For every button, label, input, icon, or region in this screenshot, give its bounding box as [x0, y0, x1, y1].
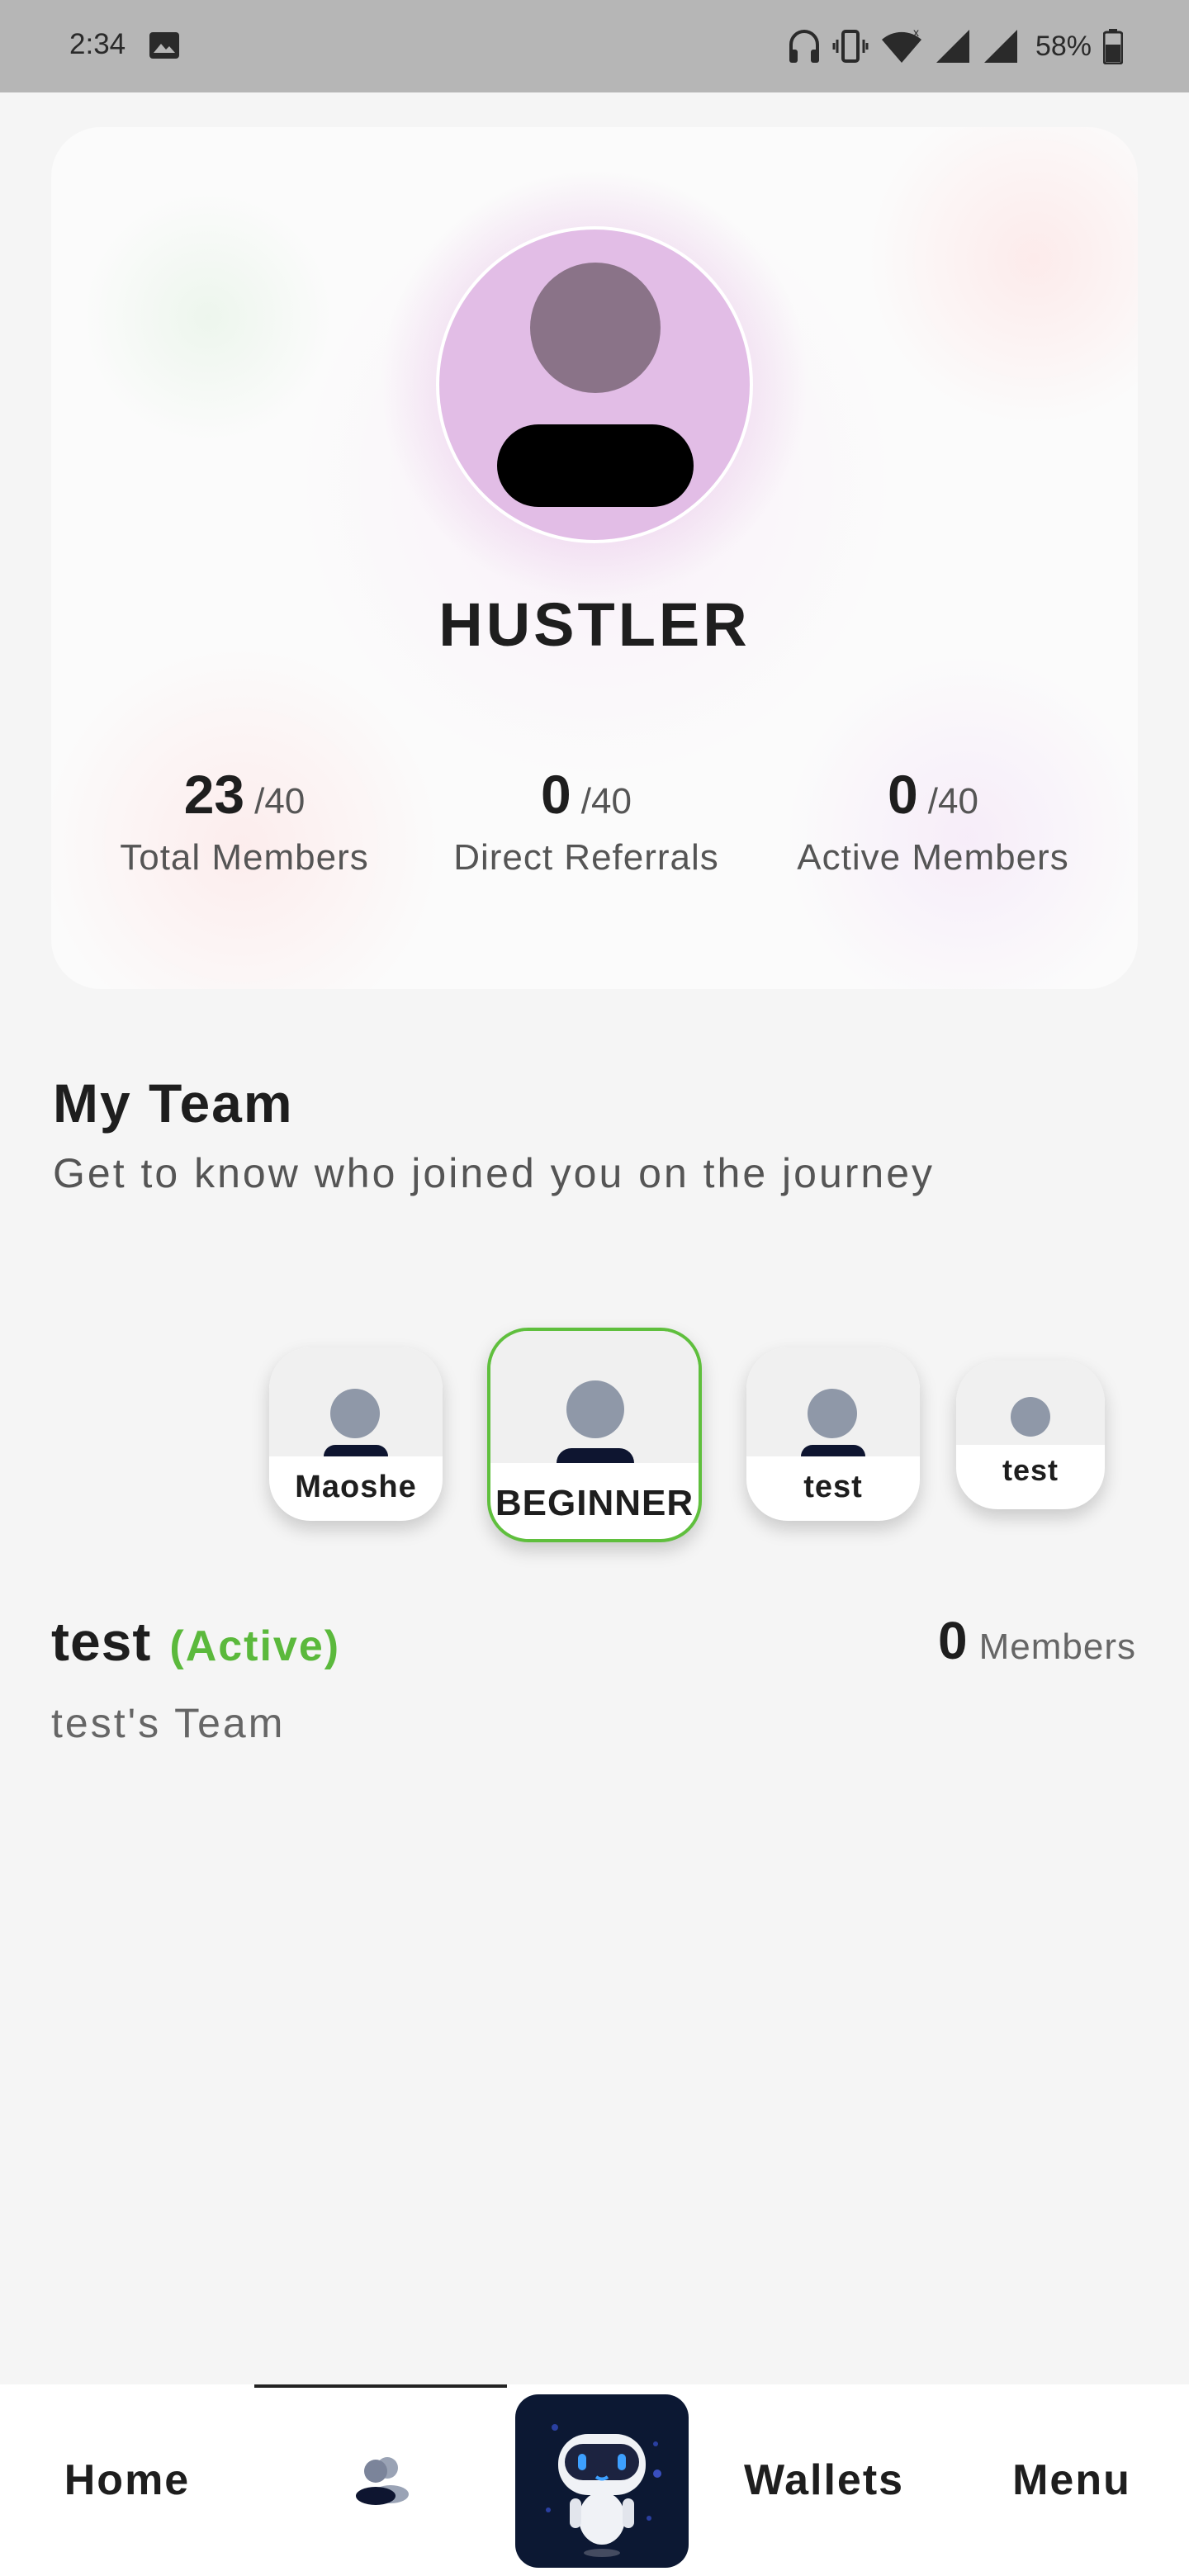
robot-icon [546, 2424, 661, 2557]
team-member-card-selected[interactable]: BEGINNER [487, 1328, 702, 1542]
member-avatar-head [808, 1389, 857, 1438]
member-label: BEGINNER [495, 1483, 694, 1523]
member-avatar-body [557, 1448, 634, 1463]
member-label: test [803, 1470, 863, 1504]
stat-active-members: 0/40 Active Members [783, 763, 1083, 878]
avatar-head [530, 263, 661, 393]
nav-bot-button[interactable] [515, 2394, 689, 2568]
stat-label: Direct Referrals [453, 837, 719, 878]
headphones-icon [789, 30, 819, 63]
member-count-value: 0 [938, 1611, 968, 1670]
team-member-card[interactable]: Maoshe [269, 1347, 443, 1521]
member-status: (Active) [169, 1622, 341, 1670]
vibrate-icon [832, 30, 869, 63]
image-icon [149, 32, 179, 59]
signal-icon [983, 30, 1017, 63]
member-label: test [1002, 1453, 1059, 1487]
status-time: 2:34 [69, 28, 126, 60]
member-avatar-body [801, 1445, 865, 1456]
signal-icon [936, 30, 969, 63]
stat-value: 0 [888, 764, 918, 825]
member-name: test [51, 1611, 152, 1672]
stat-max: /40 [580, 781, 632, 822]
nav-home[interactable]: Home [0, 2384, 254, 2576]
selected-team-name: test's Team [51, 1700, 286, 1746]
member-avatar-head [1011, 1397, 1050, 1437]
stat-max: /40 [254, 781, 306, 822]
nav-team[interactable] [254, 2384, 507, 2576]
avatar-body [497, 424, 694, 507]
nav-menu[interactable]: Menu [955, 2384, 1189, 2576]
profile-card: HUSTLER 23/40 Total Members 0/40 Direct … [51, 127, 1138, 989]
member-label: Maoshe [295, 1470, 417, 1504]
battery-icon [1103, 29, 1123, 64]
selected-member-name: test (Active) [51, 1610, 340, 1673]
stat-value: 23 [183, 764, 245, 825]
status-icons: x 58% [788, 25, 1123, 68]
rank-title: HUSTLER [438, 590, 751, 659]
svg-text:x: x [913, 28, 919, 39]
stat-direct-referrals: 0/40 Direct Referrals [439, 763, 733, 878]
stat-total-members: 23/40 Total Members [106, 763, 383, 878]
team-screen: 2:34 x 58% HUSTLER 23 /40 Total Members … [0, 0, 1189, 2576]
wifi-icon: x [881, 28, 921, 63]
battery-percent: 58% [1035, 30, 1092, 62]
member-avatar-head [330, 1389, 380, 1438]
member-avatar-body [324, 1445, 388, 1456]
stat-max: /40 [927, 781, 978, 822]
team-member-card[interactable]: test [956, 1361, 1105, 1509]
section-subtitle: Get to know who joined you on the journe… [53, 1150, 936, 1196]
team-member-card[interactable]: test [746, 1347, 920, 1521]
stat-label: Active Members [797, 837, 1069, 878]
bottom-nav: Home Wallets Menu [0, 2384, 1189, 2576]
section-title: My Team [53, 1073, 294, 1134]
avatar[interactable] [436, 226, 753, 543]
member-count: 0 Members [938, 1610, 1136, 1671]
member-avatar-head [566, 1380, 624, 1438]
nav-wallets[interactable]: Wallets [694, 2384, 955, 2576]
team-icon [356, 2457, 409, 2505]
status-bar: 2:34 x 58% [0, 0, 1189, 92]
profile-avatar-wrap [378, 168, 811, 601]
member-count-label: Members [978, 1627, 1136, 1667]
stat-value: 0 [541, 764, 571, 825]
stat-label: Total Members [120, 837, 369, 878]
